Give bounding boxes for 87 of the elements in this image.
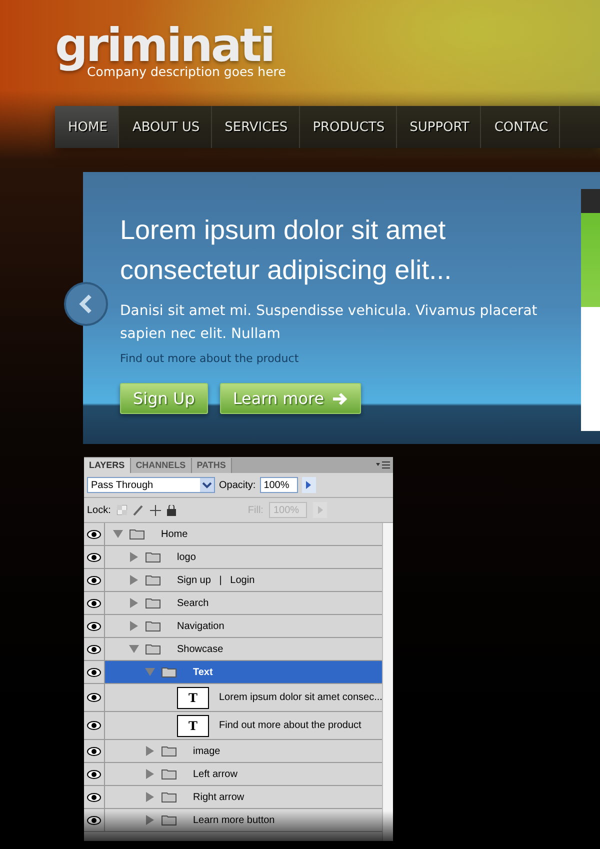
visibility-toggle[interactable] [84, 809, 105, 831]
visibility-toggle[interactable] [84, 712, 105, 739]
layer-row[interactable]: Left arrow [105, 763, 382, 785]
dropdown-chevron-icon[interactable] [200, 478, 214, 492]
collapsed-triangle-icon[interactable] [145, 746, 155, 756]
collapsed-triangle-icon[interactable] [129, 575, 139, 585]
folder-icon [161, 814, 177, 826]
collapsed-triangle-icon[interactable] [145, 769, 155, 779]
layer-row[interactable]: logo [105, 546, 382, 568]
folder-icon [161, 791, 177, 803]
eye-icon [87, 622, 101, 630]
panel-tab[interactable]: PATHS [192, 458, 232, 473]
expanded-triangle-icon[interactable] [129, 644, 139, 654]
eye-icon [87, 552, 101, 562]
visibility-toggle[interactable] [84, 615, 105, 637]
collapsed-triangle-icon[interactable] [129, 621, 139, 631]
layer-row[interactable]: Home [105, 523, 382, 545]
arrow-right-icon [332, 392, 348, 406]
nav-link[interactable]: SUPPORT [396, 106, 482, 148]
showcase-description: Danisi sit amet mi. Suspendisse vehicula. Vivamus placerat sapien nec elit. Nullam [120, 302, 538, 344]
visibility-toggle[interactable] [84, 661, 105, 683]
visibility-toggle[interactable] [84, 740, 105, 762]
collapsed-triangle-icon[interactable] [145, 792, 155, 802]
blend-mode-dropdown[interactable]: Pass Through [87, 477, 215, 493]
eye-icon [87, 770, 101, 778]
eye-icon [87, 792, 101, 802]
eye-icon [87, 746, 101, 756]
folder-icon [161, 768, 177, 780]
visibility-toggle[interactable] [84, 763, 105, 785]
folder-icon [145, 620, 161, 632]
layer-row[interactable]: Text [105, 661, 382, 683]
nav-link[interactable]: ABOUT US [119, 106, 212, 148]
layer-row[interactable]: Navigation [105, 615, 382, 637]
collapsed-triangle-icon[interactable] [129, 598, 139, 608]
opacity-stepper-icon[interactable] [302, 477, 316, 493]
move-icon[interactable] [150, 504, 161, 516]
lock-icon[interactable] [166, 504, 176, 516]
previous-slide-button[interactable] [64, 282, 108, 326]
nav-link[interactable]: HOME [55, 106, 120, 148]
opacity-field[interactable]: 100% [260, 477, 298, 493]
eye-icon [87, 668, 101, 676]
layer-row[interactable]: image [105, 740, 382, 762]
nav-link[interactable]: CONTAC [481, 106, 560, 148]
eye-icon [87, 576, 101, 584]
expanded-triangle-icon[interactable] [113, 529, 123, 539]
visibility-toggle[interactable] [84, 569, 105, 591]
folder-icon [129, 528, 145, 540]
lock-label: Lock: [87, 504, 111, 516]
eye-icon [87, 530, 101, 538]
text-layer-thumbnail: T [177, 686, 209, 708]
showcase-heading: Lorem ipsum dolor sit amet consectetur adipiscing elit... [120, 214, 453, 287]
scrollbar[interactable] [382, 523, 393, 841]
collapsed-triangle-icon[interactable] [129, 552, 139, 562]
eye-icon [87, 598, 101, 608]
visibility-toggle[interactable] [84, 684, 105, 711]
folder-icon [145, 574, 161, 586]
opacity-label: Opacity: [219, 480, 256, 490]
product-link[interactable]: Find out more about the product [120, 352, 299, 365]
eye-icon [87, 721, 101, 730]
eye-icon [87, 644, 101, 654]
eye-icon [87, 816, 101, 824]
text-layer-thumbnail: T [177, 714, 209, 736]
panel-tab[interactable]: LAYERS [84, 458, 131, 473]
folder-icon [161, 745, 177, 757]
visibility-toggle[interactable] [84, 786, 105, 808]
panel-menu-icon[interactable] [376, 461, 390, 471]
nav-link[interactable]: PRODUCTS [300, 106, 397, 148]
layer-row[interactable]: Sign up | Login [105, 569, 382, 591]
visibility-toggle[interactable] [84, 546, 105, 568]
panel-tab[interactable]: CHANNELS [130, 458, 192, 473]
collapsed-triangle-icon[interactable] [145, 815, 155, 825]
layer-row[interactable]: Showcase [105, 638, 382, 660]
layer-row[interactable]: T Find out more about the product [105, 712, 382, 739]
nav-link[interactable]: SERVICES [212, 106, 300, 148]
eye-icon [87, 693, 101, 702]
folder-icon [145, 643, 161, 655]
chevron-left-icon [79, 294, 93, 314]
brush-icon[interactable] [132, 504, 144, 516]
folder-icon [161, 666, 177, 678]
layer-row[interactable]: Search [105, 592, 382, 614]
layer-row[interactable]: T Lorem ipsum dolor sit amet consec... [105, 684, 382, 711]
visibility-toggle[interactable] [84, 592, 105, 614]
folder-icon [145, 551, 161, 563]
folder-icon [145, 597, 161, 609]
visibility-toggle[interactable] [84, 638, 105, 660]
layer-row[interactable]: Right arrow [105, 786, 382, 808]
visibility-toggle[interactable] [84, 523, 105, 545]
